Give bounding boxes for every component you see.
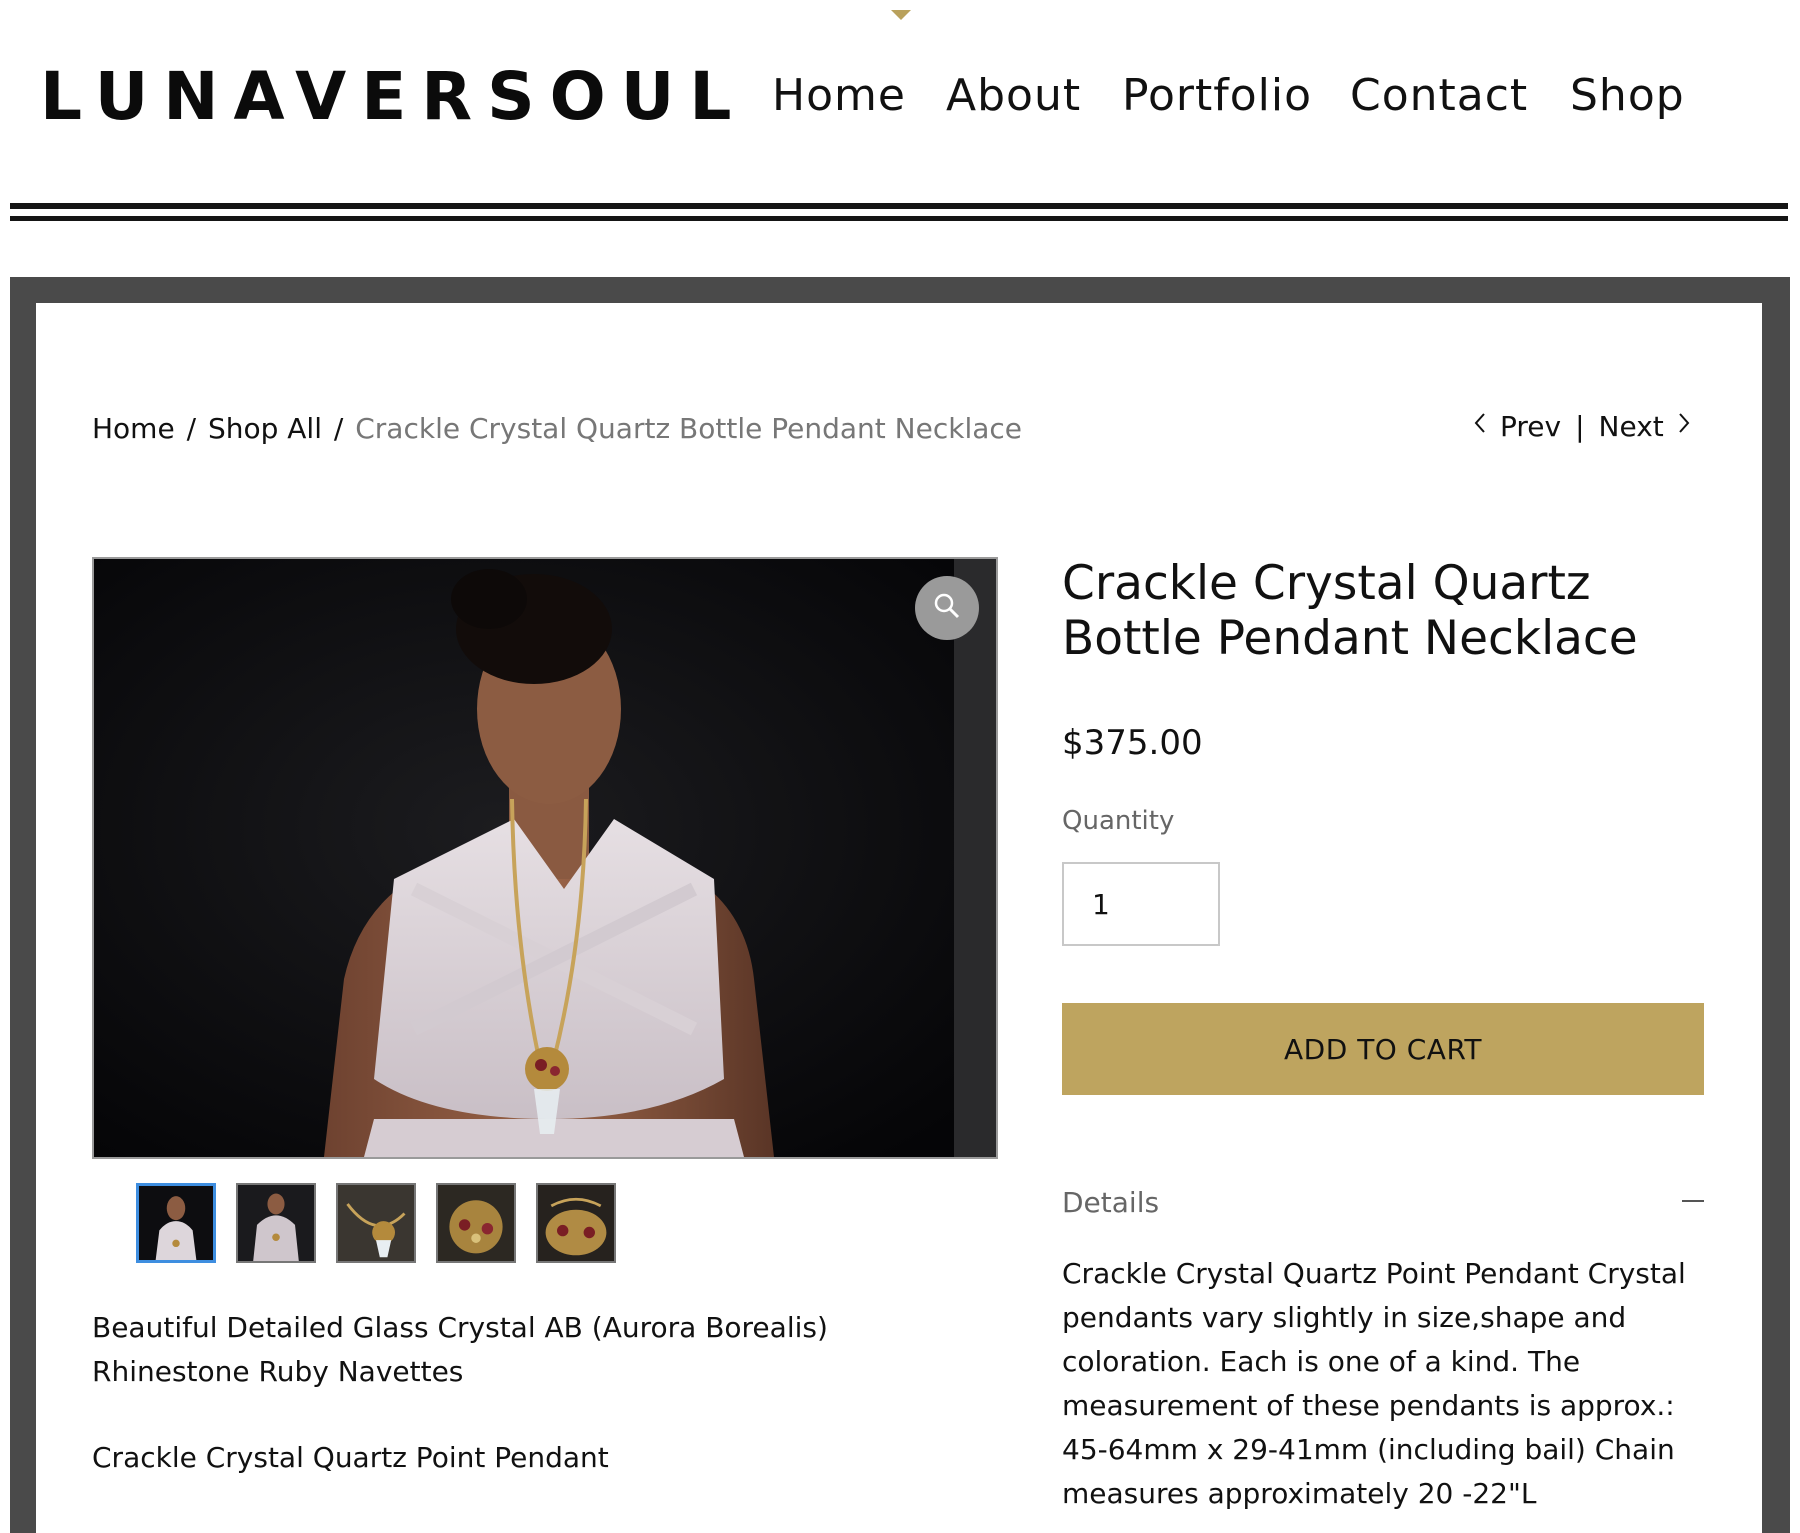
thumbnail-4[interactable] <box>436 1183 516 1263</box>
next-label: Next <box>1598 410 1664 443</box>
breadcrumb-current: Crackle Crystal Quartz Bottle Pendant Ne… <box>355 412 1022 445</box>
nav-indicator-icon <box>891 10 911 20</box>
breadcrumb-separator: / <box>333 412 344 445</box>
product-price: $375.00 <box>1062 723 1203 763</box>
thumbnail-3[interactable] <box>336 1183 416 1263</box>
thumbnail-2[interactable] <box>236 1183 316 1263</box>
quantity-label: Quantity <box>1062 806 1175 836</box>
header-divider-top <box>10 203 1788 209</box>
details-toggle[interactable]: Details <box>1062 1186 1704 1226</box>
breadcrumb-shop-all[interactable]: Shop All <box>208 412 322 445</box>
description-line-1: Beautiful Detailed Glass Crystal AB (Aur… <box>92 1311 828 1388</box>
chevron-left-icon <box>1472 410 1488 443</box>
site-header: LUNAVERSOUL Home About Portfolio Contact… <box>0 0 1800 230</box>
site-logo[interactable]: LUNAVERSOUL <box>40 58 746 135</box>
breadcrumb: Home / Shop All / Crackle Crystal Quartz… <box>92 412 1022 445</box>
next-button[interactable]: Next <box>1599 410 1692 443</box>
chevron-right-icon <box>1676 410 1692 443</box>
details-text: Crackle Crystal Quartz Point Pendant Cry… <box>1062 1257 1686 1510</box>
pager-divider: | <box>1575 410 1585 443</box>
product-pager: Prev | Next <box>1472 410 1692 443</box>
description-line-2: Crackle Crystal Quartz Point Pendant <box>92 1441 609 1474</box>
prev-button[interactable]: Prev <box>1472 410 1561 443</box>
thumbnail-5[interactable] <box>536 1183 616 1263</box>
nav-contact[interactable]: Contact <box>1350 70 1528 121</box>
breadcrumb-home[interactable]: Home <box>92 412 175 445</box>
quantity-input[interactable] <box>1062 862 1220 946</box>
nav-about[interactable]: About <box>946 70 1081 121</box>
header-divider-bottom <box>10 216 1788 221</box>
product-title: Crackle Crystal Quartz Bottle Pendant Ne… <box>1062 556 1638 666</box>
add-to-cart-button[interactable]: ADD TO CART <box>1062 1003 1704 1095</box>
zoom-button[interactable] <box>915 576 979 640</box>
details-label: Details <box>1062 1186 1160 1219</box>
thumbnail-1[interactable] <box>136 1183 216 1263</box>
nav-portfolio[interactable]: Portfolio <box>1122 70 1312 121</box>
nav-shop[interactable]: Shop <box>1570 70 1685 121</box>
breadcrumb-separator: / <box>186 412 197 445</box>
magnifier-icon <box>932 591 962 625</box>
prev-label: Prev <box>1500 410 1562 443</box>
product-main-image[interactable] <box>92 557 998 1159</box>
minus-icon <box>1682 1200 1704 1202</box>
nav-home[interactable]: Home <box>772 70 906 121</box>
